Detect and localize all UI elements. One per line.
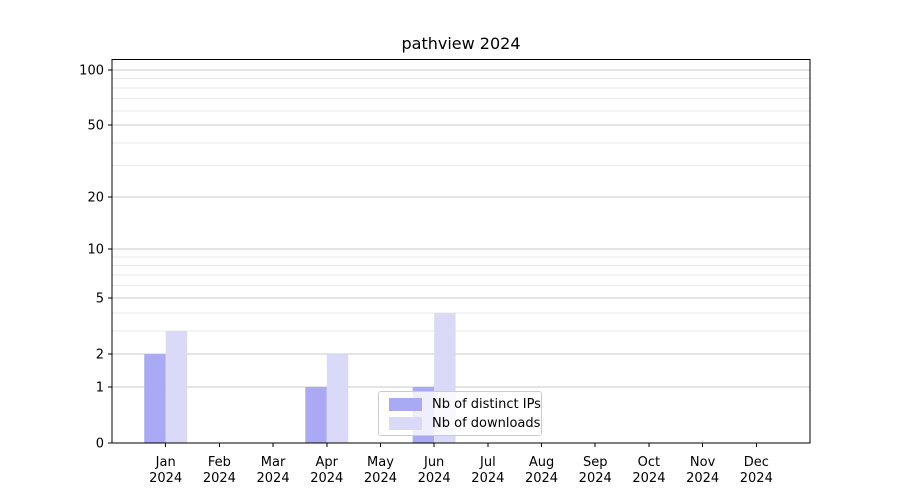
x-tick-label-year: 2024 <box>471 471 504 486</box>
y-tick-label: 100 <box>79 64 104 79</box>
plot-frame <box>112 60 810 444</box>
y-tick-label: 5 <box>96 292 104 307</box>
download-stats-figure: pathview 2024 0125102050100Jan2024Feb202… <box>0 0 900 500</box>
x-tick-label-year: 2024 <box>310 471 343 486</box>
y-tick-label: 1 <box>96 380 104 395</box>
x-tick-label-month: Aug <box>529 455 554 470</box>
x-tick-label-year: 2024 <box>632 471 665 486</box>
legend-item-downloads: Nb of downloads <box>389 416 541 431</box>
x-tick-label-month: Apr <box>316 455 339 470</box>
y-tick-label: 2 <box>96 348 104 363</box>
x-tick-label-month: Jul <box>479 455 496 470</box>
legend-item-distinct-ips: Nb of distinct IPs <box>389 397 541 412</box>
x-tick-label-year: 2024 <box>525 471 558 486</box>
y-tick-label: 0 <box>96 437 104 452</box>
bar-downloads <box>327 354 348 443</box>
x-tick-label-year: 2024 <box>364 471 397 486</box>
x-tick-label-year: 2024 <box>257 471 290 486</box>
x-tick-label-year: 2024 <box>203 471 236 486</box>
x-tick-label-year: 2024 <box>149 471 182 486</box>
legend-swatch-downloads <box>389 417 422 430</box>
y-tick-label: 50 <box>87 119 104 134</box>
bar-distinct-ips <box>305 387 326 443</box>
bar-distinct-ips <box>144 354 165 443</box>
legend-swatch-distinct-ips <box>389 398 422 411</box>
y-tick-label: 20 <box>87 190 104 205</box>
x-tick-label-month: Feb <box>208 455 231 470</box>
x-tick-label-month: Sep <box>583 455 608 470</box>
x-tick-label-month: Mar <box>261 455 286 470</box>
x-tick-label-month: Dec <box>744 455 769 470</box>
y-tick-label: 10 <box>87 243 104 258</box>
x-tick-label-year: 2024 <box>686 471 719 486</box>
bar-downloads <box>166 331 187 443</box>
x-tick-label-year: 2024 <box>740 471 773 486</box>
x-tick-label-month: Oct <box>638 455 660 470</box>
legend: Nb of distinct IPs Nb of downloads <box>378 391 542 436</box>
x-tick-label-year: 2024 <box>579 471 612 486</box>
x-tick-label-month: Jan <box>155 455 176 470</box>
legend-label-downloads: Nb of downloads <box>432 416 540 431</box>
x-tick-label-month: Jun <box>423 455 444 470</box>
x-tick-label-year: 2024 <box>418 471 451 486</box>
legend-label-distinct-ips: Nb of distinct IPs <box>432 397 541 412</box>
x-tick-label-month: Nov <box>690 455 716 470</box>
x-tick-label-month: May <box>367 455 394 470</box>
